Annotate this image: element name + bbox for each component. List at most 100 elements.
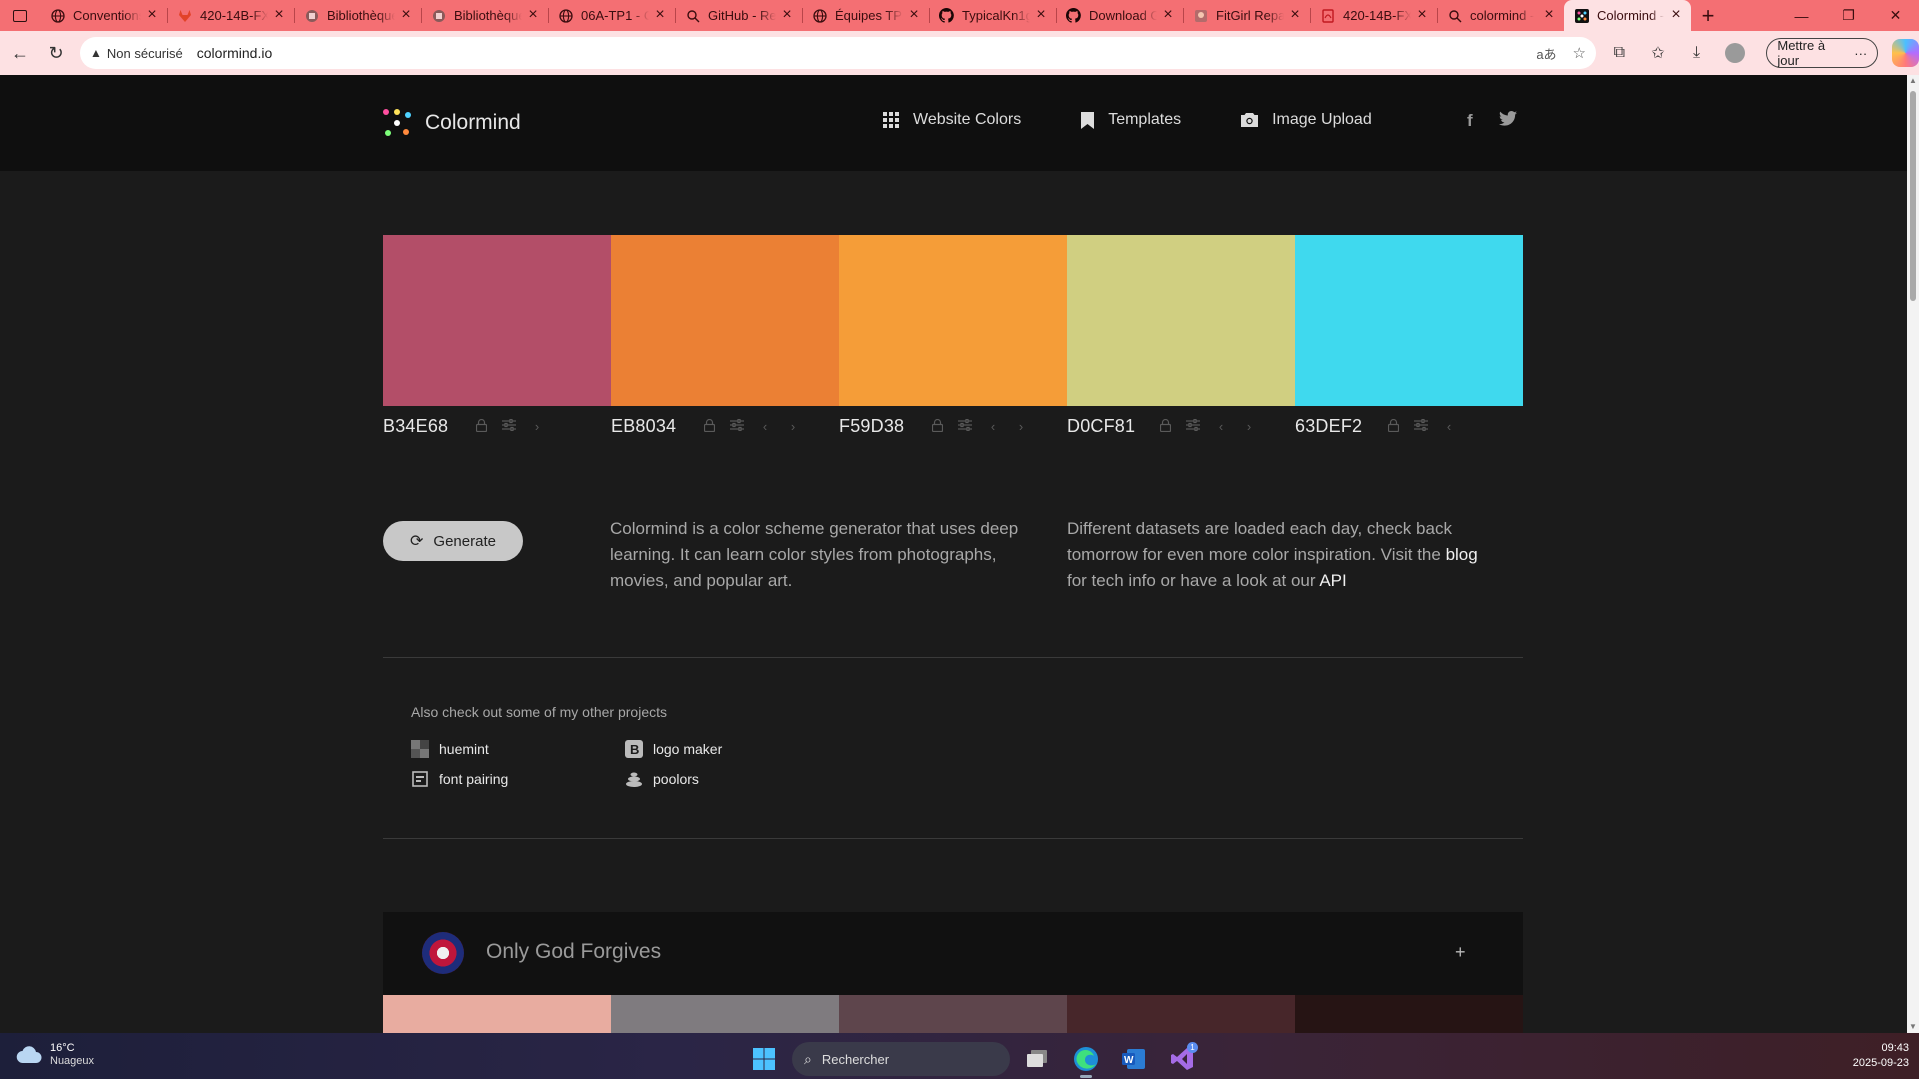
favorites-icon[interactable]: ✩	[1643, 37, 1674, 69]
restore-button[interactable]: ❐	[1825, 0, 1872, 31]
browser-tab[interactable]: 420-14B-FX ×	[1310, 0, 1437, 31]
close-tab-icon[interactable]: ×	[1287, 7, 1303, 23]
adjust-icon[interactable]	[1407, 418, 1435, 434]
edge-app[interactable]	[1066, 1039, 1106, 1079]
lock-icon[interactable]	[1379, 418, 1407, 435]
browser-tab[interactable]: Download G ×	[1056, 0, 1183, 31]
lock-icon[interactable]	[923, 418, 951, 435]
lock-icon[interactable]	[1151, 418, 1179, 435]
browser-tab[interactable]: Équipes TP2 ×	[802, 0, 929, 31]
back-button[interactable]: ←	[2, 35, 38, 71]
browser-tab[interactable]: 420-14B-FX ×	[167, 0, 294, 31]
hex-code[interactable]: EB8034	[611, 416, 695, 437]
project-poolors[interactable]: poolors	[625, 770, 699, 788]
color-swatch[interactable]	[1295, 235, 1523, 406]
lock-icon[interactable]	[467, 418, 495, 435]
generate-button[interactable]: ⟳ Generate	[383, 521, 523, 561]
twitter-icon[interactable]	[1498, 111, 1517, 131]
card-title[interactable]: Only God Forgives	[486, 940, 661, 964]
visual-studio-app[interactable]: 1	[1162, 1039, 1202, 1079]
close-tab-icon[interactable]: ×	[1160, 7, 1176, 23]
reload-button[interactable]: ↻	[38, 35, 74, 71]
card-color-swatch[interactable]	[383, 995, 611, 1033]
tab-actions-button[interactable]	[0, 0, 40, 31]
close-tab-icon[interactable]: ×	[144, 7, 160, 23]
facebook-icon[interactable]: f	[1467, 111, 1473, 131]
taskbar-search[interactable]: ⌕ Rechercher	[792, 1042, 1010, 1076]
new-tab-button[interactable]: +	[1691, 0, 1725, 31]
color-swatch[interactable]	[383, 235, 611, 406]
nav-templates[interactable]: Templates	[1081, 111, 1181, 129]
copilot-icon[interactable]	[1892, 39, 1919, 67]
translate-icon[interactable]: aあ	[1536, 44, 1556, 63]
scroll-up-icon[interactable]: ▲	[1909, 77, 1917, 85]
chevron-right-icon[interactable]: ›	[1235, 419, 1263, 434]
close-tab-icon[interactable]: ×	[652, 7, 668, 23]
chevron-left-icon[interactable]: ‹	[1435, 419, 1463, 434]
color-swatch[interactable]	[839, 235, 1067, 406]
chevron-right-icon[interactable]: ›	[523, 419, 551, 434]
favorite-star-icon[interactable]: ☆	[1573, 44, 1586, 62]
system-clock[interactable]: 09:43 2025-09-23	[1853, 1041, 1909, 1071]
card-colors[interactable]	[383, 995, 1523, 1033]
scrollbar-thumb[interactable]	[1910, 91, 1916, 301]
card-color-swatch[interactable]	[1295, 995, 1523, 1033]
blog-link[interactable]: blog	[1446, 545, 1478, 564]
browser-tab[interactable]: colormind - ×	[1437, 0, 1564, 31]
close-tab-icon[interactable]: ×	[1033, 7, 1049, 23]
adjust-icon[interactable]	[951, 418, 979, 434]
update-button[interactable]: Mettre à jour ···	[1766, 38, 1879, 68]
chevron-left-icon[interactable]: ‹	[979, 419, 1007, 434]
adjust-icon[interactable]	[723, 418, 751, 434]
url-text[interactable]: colormind.io	[197, 45, 272, 61]
browser-tab[interactable]: Conventions ×	[40, 0, 167, 31]
card-color-swatch[interactable]	[611, 995, 839, 1033]
close-window-button[interactable]: ✕	[1872, 0, 1919, 31]
close-tab-icon[interactable]: ×	[271, 7, 287, 23]
start-button[interactable]	[744, 1039, 784, 1079]
minimize-button[interactable]: —	[1778, 0, 1825, 31]
hex-code[interactable]: F59D38	[839, 416, 923, 437]
browser-tab[interactable]: GitHub - Re ×	[675, 0, 802, 31]
color-swatch[interactable]	[1067, 235, 1295, 406]
chevron-right-icon[interactable]: ›	[1007, 419, 1035, 434]
close-tab-icon[interactable]: ×	[525, 7, 541, 23]
chevron-left-icon[interactable]: ‹	[751, 419, 779, 434]
project-logo-maker[interactable]: B logo maker	[625, 740, 722, 758]
hex-code[interactable]: D0CF81	[1067, 416, 1151, 437]
browser-tab[interactable]: 06A-TP1 - C ×	[548, 0, 675, 31]
chevron-right-icon[interactable]: ›	[779, 419, 807, 434]
hex-code[interactable]: B34E68	[383, 416, 467, 437]
close-tab-icon[interactable]: ×	[779, 7, 795, 23]
profile-icon[interactable]	[1720, 37, 1751, 69]
browser-tab[interactable]: Bibliothèque ×	[421, 0, 548, 31]
extensions-icon[interactable]: ⧉	[1604, 37, 1635, 69]
adjust-icon[interactable]	[495, 418, 523, 434]
nav-image-upload[interactable]: Image Upload	[1241, 111, 1372, 129]
close-tab-icon[interactable]: ×	[1414, 7, 1430, 23]
site-logo[interactable]: Colormind	[383, 109, 521, 137]
security-label[interactable]: Non sécurisé	[107, 46, 183, 61]
adjust-icon[interactable]	[1179, 418, 1207, 434]
card-color-swatch[interactable]	[839, 995, 1067, 1033]
project-huemint[interactable]: huemint	[411, 740, 489, 758]
color-swatch[interactable]	[611, 235, 839, 406]
browser-tab[interactable]: Bibliothèque ×	[294, 0, 421, 31]
close-tab-icon[interactable]: ×	[398, 7, 414, 23]
task-view-button[interactable]	[1018, 1039, 1058, 1079]
chevron-left-icon[interactable]: ‹	[1207, 419, 1235, 434]
browser-tab[interactable]: TypicalKn1g ×	[929, 0, 1056, 31]
nav-website-colors[interactable]: Website Colors	[883, 111, 1021, 129]
close-tab-icon[interactable]: ×	[1541, 7, 1557, 23]
lock-icon[interactable]	[695, 418, 723, 435]
hex-code[interactable]: 63DEF2	[1295, 416, 1379, 437]
word-app[interactable]: W	[1114, 1039, 1154, 1079]
downloads-icon[interactable]: ⤓	[1681, 37, 1712, 69]
browser-tab[interactable]: FitGirl Repac×	[1183, 0, 1310, 31]
project-font-pairing[interactable]: font pairing	[411, 770, 508, 788]
browser-tab[interactable]: Colormind - ×	[1564, 0, 1691, 31]
weather-widget[interactable]: 16°C Nuageux	[16, 1042, 94, 1067]
card-color-swatch[interactable]	[1067, 995, 1295, 1033]
scroll-down-icon[interactable]: ▼	[1909, 1023, 1917, 1031]
close-tab-icon[interactable]: ×	[906, 7, 922, 23]
